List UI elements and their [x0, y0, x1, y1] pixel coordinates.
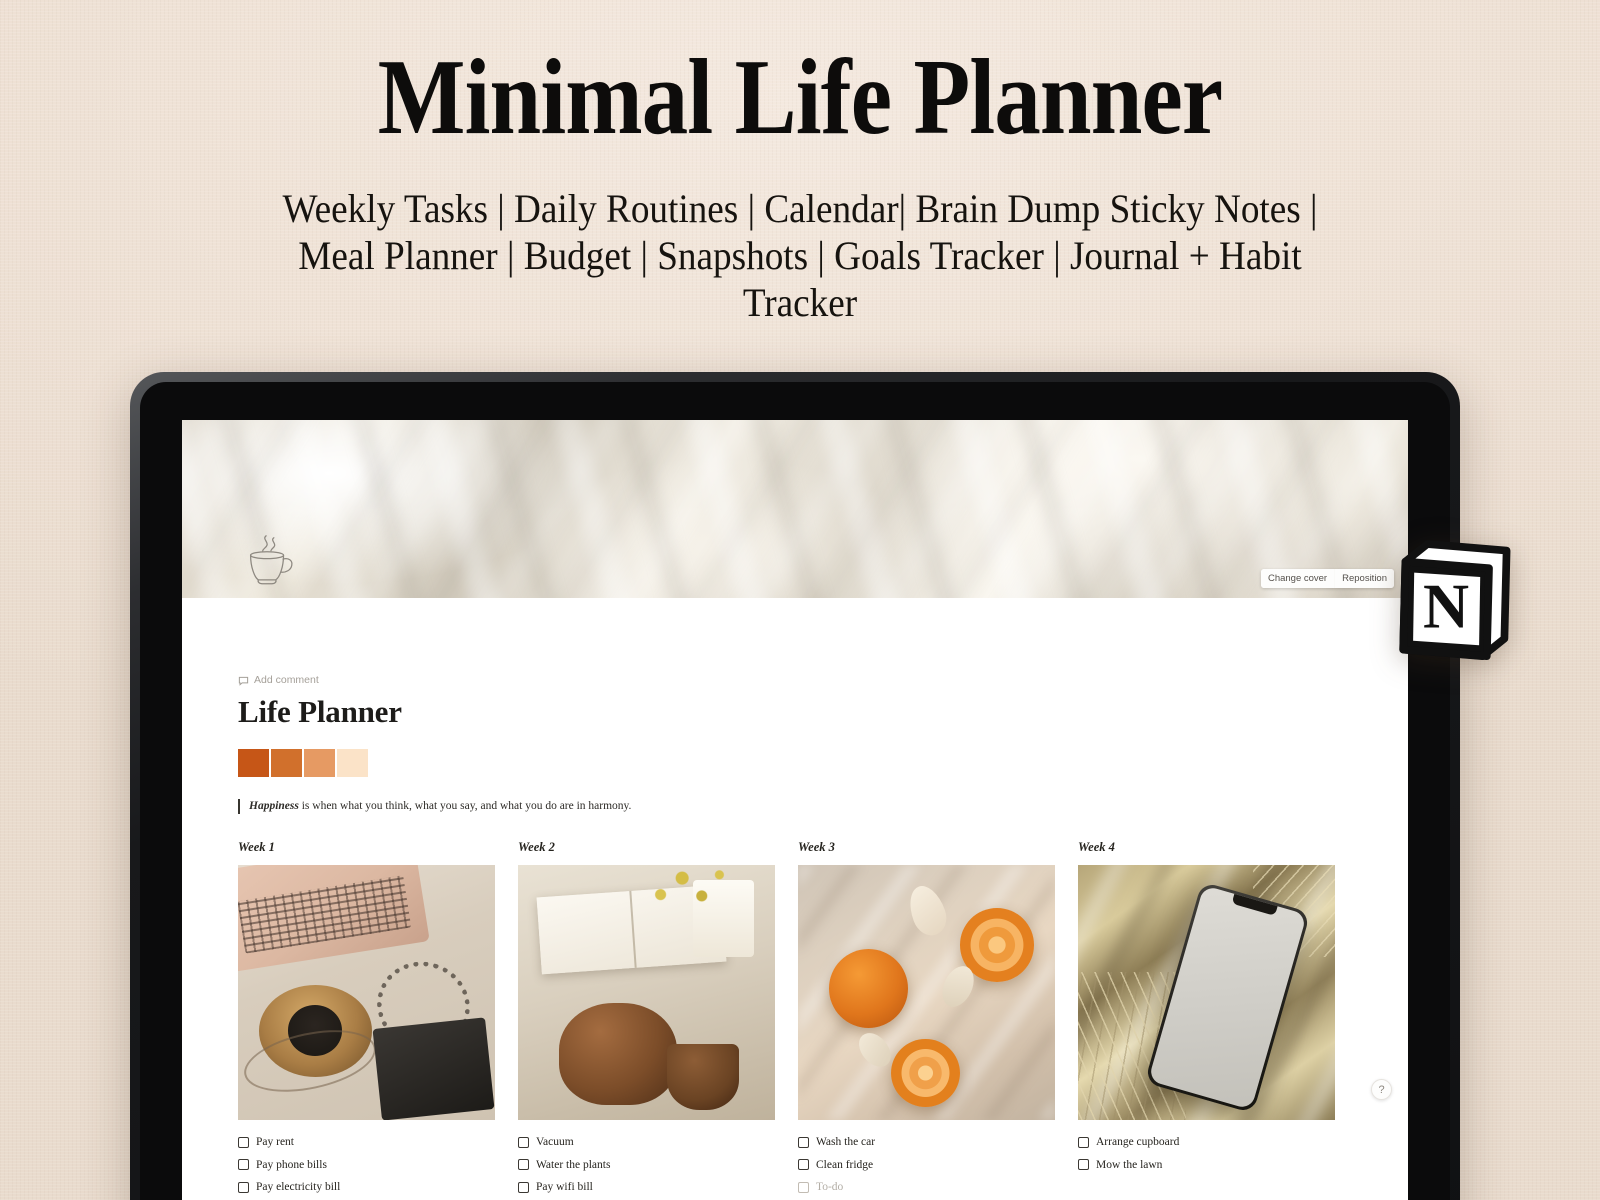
task-label: Vacuum: [536, 1136, 574, 1149]
week-column: Week 1 Pay rent Pay phone bills Pay electri…: [238, 840, 495, 1199]
add-comment-button[interactable]: Add comment: [238, 674, 1348, 686]
svg-text:N: N: [1423, 571, 1469, 642]
week-photo-book-teapot-candle: [518, 865, 775, 1121]
week-photo-desk-laptop-flatlay: [238, 865, 495, 1121]
task-list: Arrange cupboard Mow the lawn: [1078, 1131, 1335, 1176]
task-item[interactable]: Pay wifi bill: [518, 1176, 775, 1199]
task-label: Arrange cupboard: [1096, 1136, 1180, 1149]
task-checkbox[interactable]: [798, 1181, 809, 1193]
week-label: Week 1: [238, 840, 275, 855]
feature-list-subtitle: Weekly Tasks | Daily Routines | Calendar…: [282, 186, 1318, 325]
week-column: Week 4 Arrange cupboard Mow the lawn: [1078, 840, 1335, 1199]
task-checkbox[interactable]: [518, 1181, 529, 1193]
task-item[interactable]: Clean fridge: [798, 1154, 1055, 1177]
task-checkbox[interactable]: [238, 1159, 249, 1171]
week-columns: Week 1 Pay rent Pay phone bills Pay electri…: [238, 840, 1348, 1199]
task-checkbox[interactable]: [518, 1136, 529, 1148]
task-item[interactable]: Pay electricity bill: [238, 1176, 495, 1199]
change-cover-button[interactable]: Change cover: [1260, 569, 1335, 588]
color-swatch-1: [238, 749, 269, 778]
week-column: Week 3 Wash the car Clean fridge To-do: [798, 840, 1055, 1199]
task-label: Mow the lawn: [1096, 1158, 1163, 1171]
week-label: Week 3: [798, 840, 835, 855]
week-label: Week 4: [1078, 840, 1115, 855]
color-swatch-3: [304, 749, 335, 778]
reposition-button[interactable]: Reposition: [1335, 569, 1394, 588]
week-photo-oranges-on-silk: [798, 865, 1055, 1121]
task-label: Clean fridge: [816, 1158, 874, 1171]
task-label: Water the plants: [536, 1158, 611, 1171]
task-list: Vacuum Water the plants Pay wifi bill: [518, 1131, 775, 1199]
notion-content: Add comment Life Planner Happiness is wh…: [182, 598, 1408, 1199]
task-checkbox[interactable]: [518, 1159, 529, 1171]
task-item[interactable]: Pay rent: [238, 1131, 495, 1154]
task-item[interactable]: Arrange cupboard: [1078, 1131, 1335, 1154]
task-item[interactable]: Wash the car: [798, 1131, 1055, 1154]
add-comment-label: Add comment: [254, 674, 319, 686]
tablet-bezel: Change cover Reposition Add comment Life…: [140, 382, 1450, 1200]
task-label: Pay phone bills: [256, 1158, 327, 1171]
quote-bar: [238, 799, 240, 815]
quote-callout: Happiness is when what you think, what y…: [238, 799, 1348, 815]
color-swatch-row: [238, 749, 1348, 778]
cover-controls: Change cover Reposition: [1260, 569, 1394, 588]
task-label: Pay wifi bill: [536, 1181, 593, 1194]
task-checkbox[interactable]: [238, 1181, 249, 1193]
quote-rest: is when what you think, what you say, an…: [298, 800, 632, 813]
week-photo-phone-on-gold-silk: [1078, 865, 1335, 1121]
notion-page-title[interactable]: Life Planner: [238, 694, 1348, 729]
task-item[interactable]: Vacuum: [518, 1131, 775, 1154]
task-list: Wash the car Clean fridge To-do: [798, 1131, 1055, 1199]
task-checkbox[interactable]: [1078, 1136, 1089, 1148]
tablet-device-mockup: Change cover Reposition Add comment Life…: [130, 372, 1460, 1200]
task-list: Pay rent Pay phone bills Pay electricity b…: [238, 1131, 495, 1199]
task-item[interactable]: To-do: [798, 1176, 1055, 1199]
notion-logo-icon: N: [1399, 540, 1511, 661]
task-label: Wash the car: [816, 1136, 876, 1149]
quote-text: Happiness is when what you think, what y…: [249, 799, 631, 814]
task-checkbox[interactable]: [798, 1136, 809, 1148]
tablet-screen: Change cover Reposition Add comment Life…: [182, 420, 1408, 1200]
task-item[interactable]: Pay phone bills: [238, 1154, 495, 1177]
task-label: Pay electricity bill: [256, 1181, 341, 1194]
help-button[interactable]: ?: [1371, 1079, 1392, 1100]
quote-lead-word: Happiness: [249, 800, 299, 813]
page-title-heading: Minimal Life Planner: [377, 38, 1223, 157]
notion-page-body: Add comment Life Planner Happiness is wh…: [182, 535, 1408, 1200]
task-label: Pay rent: [256, 1136, 295, 1149]
task-checkbox[interactable]: [238, 1136, 249, 1148]
week-label: Week 2: [518, 840, 555, 855]
week-column: Week 2 Vacuum Water the plants Pay wifi bil…: [518, 840, 775, 1199]
task-item[interactable]: Water the plants: [518, 1154, 775, 1177]
comment-icon: [238, 676, 249, 686]
color-swatch-2: [271, 749, 302, 778]
promo-header: Minimal Life Planner Weekly Tasks | Dail…: [0, 0, 1600, 326]
task-label: To-do: [816, 1181, 844, 1194]
task-checkbox[interactable]: [1078, 1159, 1089, 1171]
color-swatch-4: [337, 749, 368, 778]
coffee-cup-icon[interactable]: [238, 530, 300, 592]
task-item[interactable]: Mow the lawn: [1078, 1154, 1335, 1177]
task-checkbox[interactable]: [798, 1159, 809, 1171]
notion-cover-image: Change cover Reposition: [182, 420, 1408, 598]
